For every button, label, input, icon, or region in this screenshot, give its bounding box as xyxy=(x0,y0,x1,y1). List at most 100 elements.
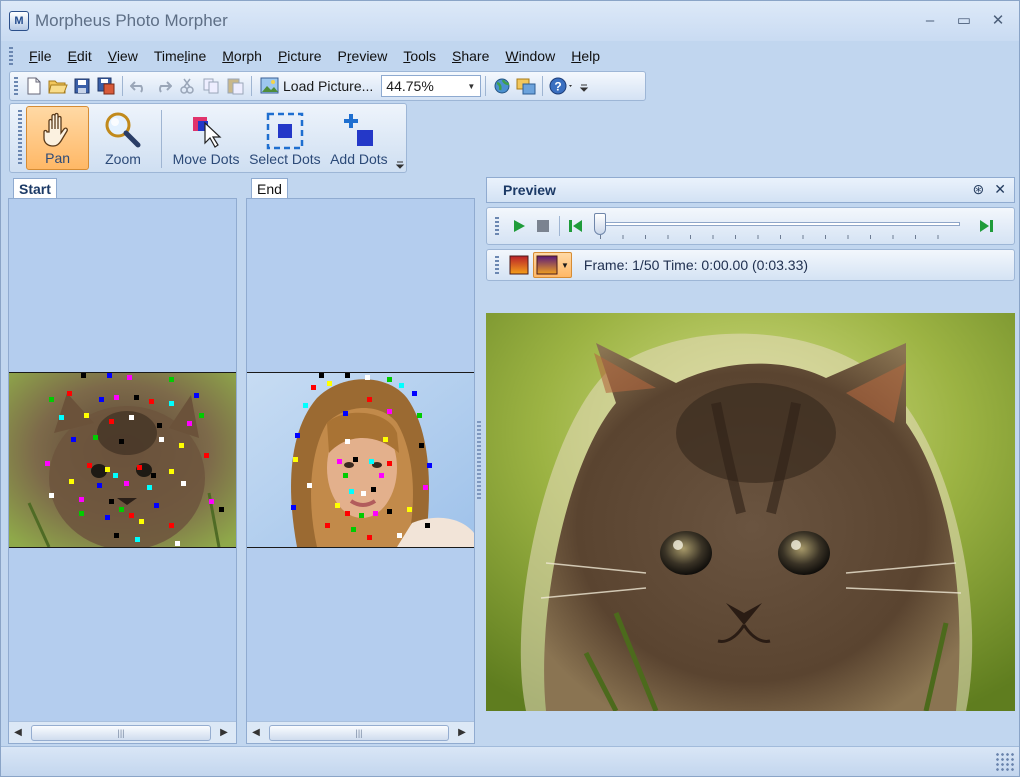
start-kitten-picture xyxy=(9,373,236,547)
play-button[interactable] xyxy=(507,214,531,238)
maximize-button[interactable]: ▭ xyxy=(953,9,975,31)
tab-end[interactable]: End xyxy=(251,178,288,198)
paste-icon xyxy=(227,78,244,95)
menu-grip-icon[interactable] xyxy=(9,47,13,65)
frame-time-info: Frame: 1/50 Time: 0:00.00 (0:03.33) xyxy=(583,257,809,273)
copy-button[interactable] xyxy=(199,74,223,98)
hand-icon xyxy=(42,112,68,147)
blend-mode-icon xyxy=(509,255,529,275)
redo-button[interactable] xyxy=(151,74,175,98)
resize-grip-icon[interactable] xyxy=(995,752,1015,772)
pin-icon[interactable]: ⊛ xyxy=(973,181,985,198)
zoom-level-select[interactable]: 44.75% ▼ xyxy=(381,75,482,97)
scroll-right-icon[interactable]: ▶ xyxy=(215,724,233,742)
view-mode-button[interactable]: ▼ xyxy=(533,252,572,278)
toolbar-separator xyxy=(559,216,560,236)
open-button[interactable] xyxy=(46,74,70,98)
tools-toolbar: Pan Zoom Move Dots Select Dots Add Dots xyxy=(9,103,407,173)
toolbar-separator xyxy=(122,76,123,96)
menu-timeline[interactable]: Timeline xyxy=(146,48,214,64)
save-button[interactable] xyxy=(70,74,94,98)
load-picture-icon xyxy=(260,77,279,94)
move-dots-tool-button[interactable]: Move Dots xyxy=(166,106,247,170)
load-picture-label: Load Picture... xyxy=(283,78,374,94)
zoom-tool-button[interactable]: Zoom xyxy=(89,106,156,170)
end-horizontal-scrollbar[interactable]: ◀ ||| ▶ xyxy=(247,721,474,743)
tools-options-button[interactable] xyxy=(394,156,406,170)
paste-button[interactable] xyxy=(223,74,247,98)
menu-morph[interactable]: Morph xyxy=(214,48,270,64)
playback-toolbar xyxy=(486,207,1015,245)
menu-view[interactable]: View xyxy=(100,48,146,64)
stop-button[interactable] xyxy=(531,214,555,238)
start-image-panel: ◀ ||| ▶ xyxy=(8,198,237,744)
select-dots-icon xyxy=(266,112,304,150)
undo-button[interactable] xyxy=(127,74,151,98)
overflow-chevron-icon xyxy=(396,161,405,169)
zoom-tool-label: Zoom xyxy=(105,151,141,167)
menu-preview[interactable]: Preview xyxy=(330,48,396,64)
select-dots-tool-label: Select Dots xyxy=(249,151,321,167)
globe-icon xyxy=(494,78,510,94)
blend-mode-button[interactable] xyxy=(507,253,531,277)
menu-help[interactable]: Help xyxy=(563,48,608,64)
toolbar-grip-icon[interactable] xyxy=(495,256,499,274)
move-dots-icon xyxy=(193,117,222,148)
cut-button[interactable] xyxy=(175,74,199,98)
toolbar-separator xyxy=(542,76,544,96)
help-button[interactable]: ? xyxy=(547,74,577,98)
share-button[interactable] xyxy=(514,74,538,98)
select-dots-tool-button[interactable]: Select Dots xyxy=(246,106,323,170)
magnifier-icon xyxy=(105,112,141,148)
toolbar-grip-icon[interactable] xyxy=(14,77,18,95)
toolbar-grip-icon[interactable] xyxy=(18,110,22,166)
scroll-thumb[interactable]: ||| xyxy=(31,724,211,741)
menu-edit[interactable]: Edit xyxy=(60,48,100,64)
timeline-slider-thumb[interactable] xyxy=(594,213,606,235)
toolbar-options-button[interactable] xyxy=(577,74,591,98)
timeline-slider[interactable] xyxy=(594,211,966,241)
toolbar-grip-icon[interactable] xyxy=(495,217,499,235)
last-frame-button[interactable] xyxy=(974,214,998,238)
redo-icon xyxy=(159,81,172,93)
menu-share[interactable]: Share xyxy=(444,48,497,64)
tab-start[interactable]: Start xyxy=(13,178,57,198)
first-frame-button[interactable] xyxy=(564,214,588,238)
overflow-chevron-icon xyxy=(580,84,589,92)
status-bar xyxy=(1,746,1019,776)
zoom-level-value: 44.75% xyxy=(386,78,434,94)
save-as-button[interactable] xyxy=(94,74,118,98)
minimize-button[interactable]: – xyxy=(919,9,941,31)
start-image[interactable] xyxy=(9,372,236,548)
panel-splitter[interactable] xyxy=(477,421,481,501)
menu-tools[interactable]: Tools xyxy=(395,48,444,64)
toolbar-separator xyxy=(160,110,162,168)
kitten-preview-picture xyxy=(486,313,1015,711)
svg-text:?: ? xyxy=(555,80,562,94)
close-button[interactable]: ✕ xyxy=(987,9,1009,31)
chevron-down-icon[interactable]: ▼ xyxy=(464,78,478,94)
chevron-down-icon[interactable]: ▼ xyxy=(561,261,569,270)
scroll-right-icon[interactable]: ▶ xyxy=(453,724,471,742)
pan-tool-button[interactable]: Pan xyxy=(25,106,90,170)
save-as-icon xyxy=(97,77,115,95)
app-logo-icon: M xyxy=(9,11,29,31)
scroll-left-icon[interactable]: ◀ xyxy=(9,724,27,742)
close-preview-icon[interactable]: ✕ xyxy=(994,181,1006,198)
end-image[interactable] xyxy=(247,372,474,548)
scroll-thumb[interactable]: ||| xyxy=(269,724,449,741)
add-dots-tool-button[interactable]: Add Dots xyxy=(323,106,394,170)
web-button[interactable] xyxy=(490,74,514,98)
end-image-panel: ◀ ||| ▶ xyxy=(246,198,475,744)
add-dots-tool-label: Add Dots xyxy=(330,151,388,167)
start-horizontal-scrollbar[interactable]: ◀ ||| ▶ xyxy=(9,721,236,743)
new-file-button[interactable] xyxy=(22,74,46,98)
menu-file[interactable]: File xyxy=(21,48,60,64)
preview-title: Preview xyxy=(503,182,556,198)
preview-info-bar: ▼ Frame: 1/50 Time: 0:00.00 (0:03.33) xyxy=(486,249,1015,281)
menu-window[interactable]: Window xyxy=(497,48,563,64)
scroll-left-icon[interactable]: ◀ xyxy=(247,724,265,742)
stop-icon xyxy=(537,220,549,232)
menu-picture[interactable]: Picture xyxy=(270,48,330,64)
load-picture-button[interactable]: Load Picture... xyxy=(256,74,377,98)
